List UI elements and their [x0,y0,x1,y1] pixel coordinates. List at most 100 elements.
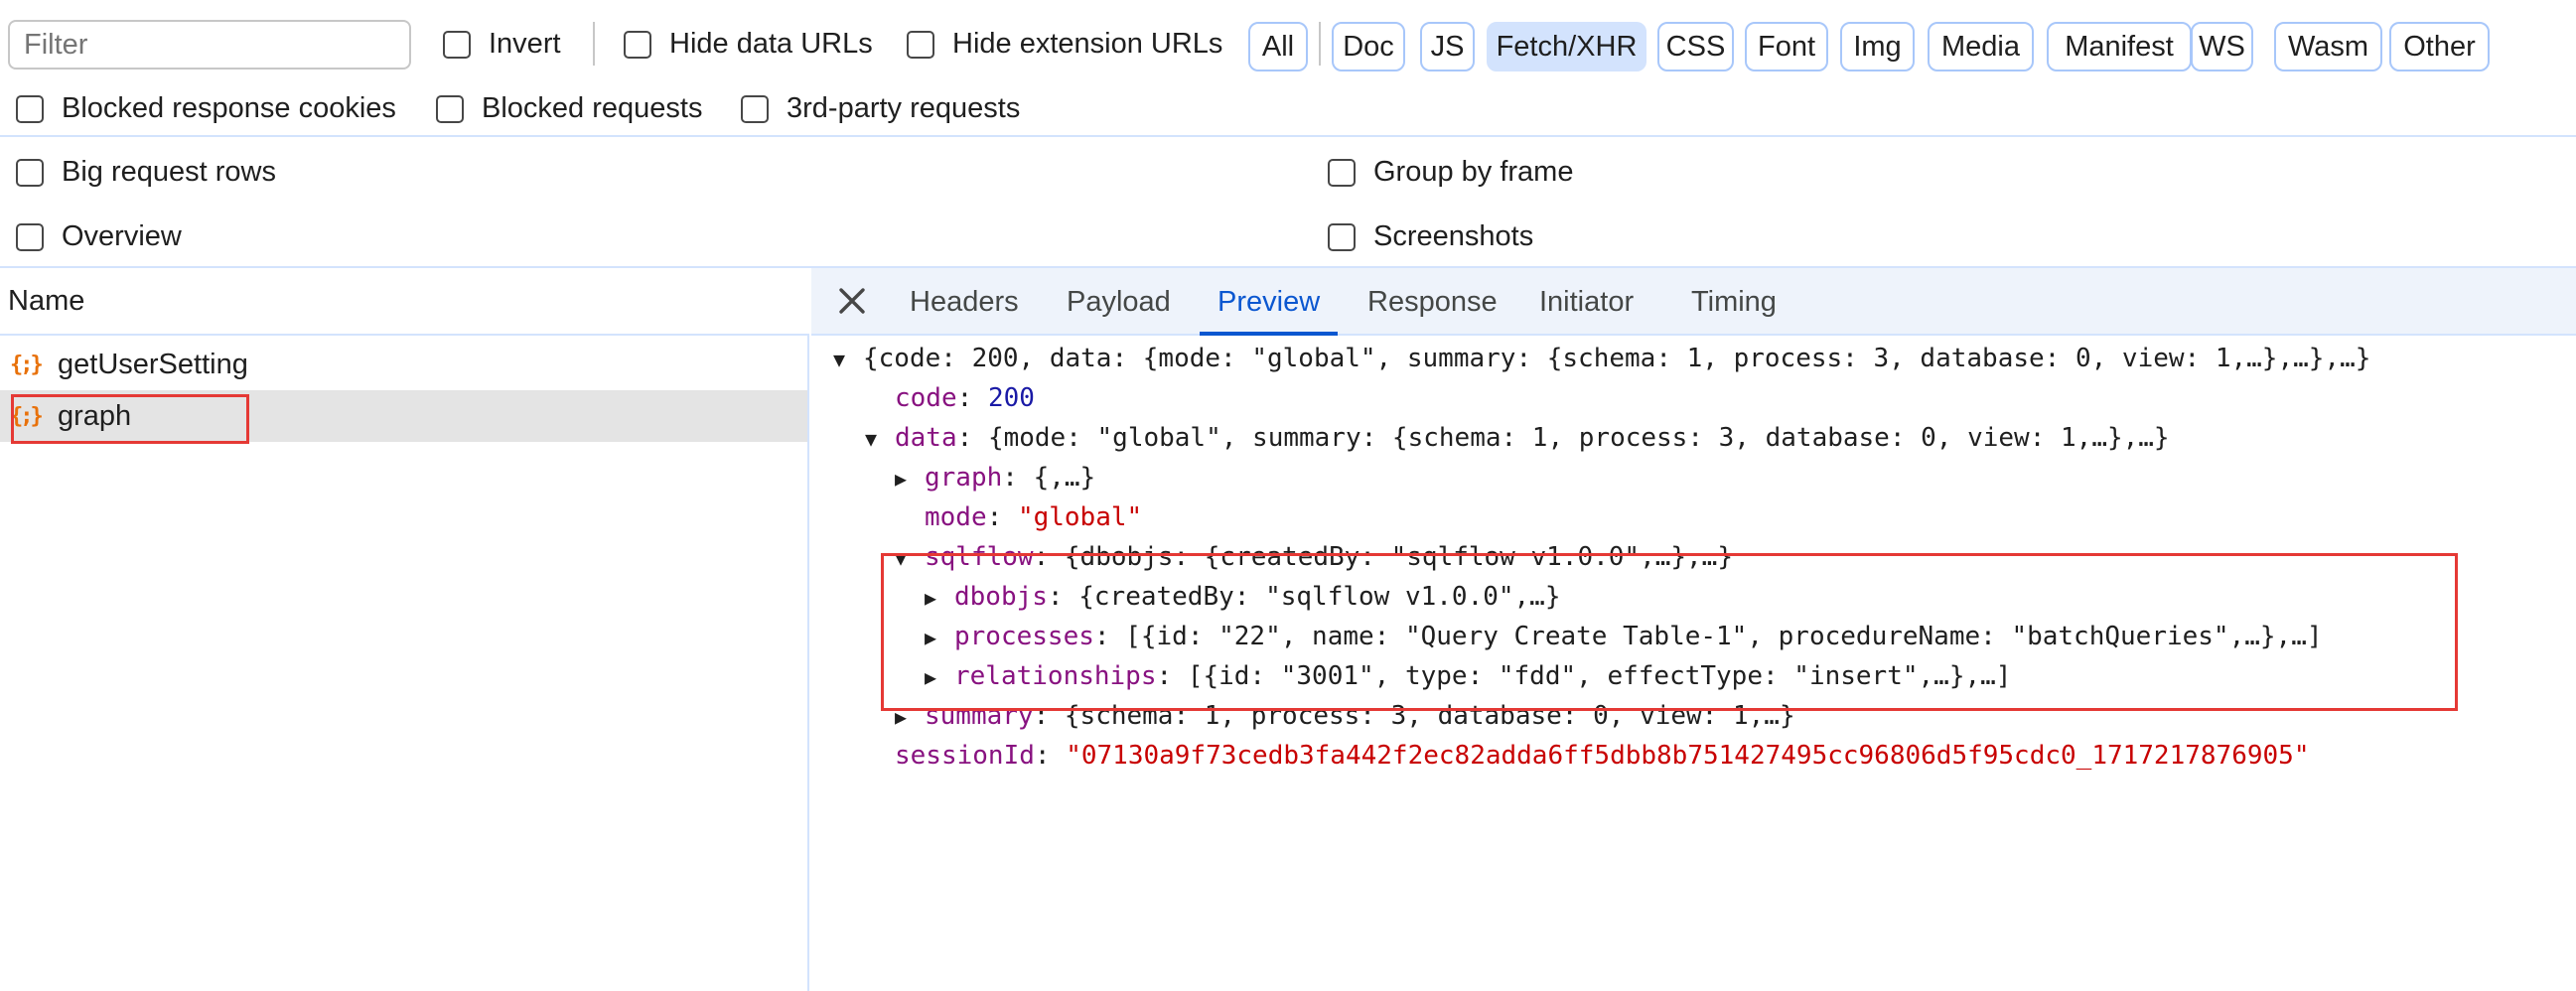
group-by-frame-checkbox[interactable]: Group by frame [1328,156,1573,189]
xhr-icon: {;} [10,352,44,377]
request-detail-pane: Headers Payload Preview Response Initiat… [811,268,2576,991]
collapsed-triangle-icon[interactable]: ▶ [925,657,954,697]
close-icon[interactable] [835,284,869,318]
screenshots-checkbox[interactable]: Screenshots [1328,220,1533,253]
json-key: mode [925,502,987,532]
checkbox-box[interactable] [907,30,934,59]
name-column-header[interactable]: Name [0,268,809,336]
checkbox-box[interactable] [16,158,44,187]
checkbox-box[interactable] [741,94,769,123]
collapsed-triangle-icon[interactable]: ▶ [895,697,925,737]
tab-payload[interactable]: Payload [1067,268,1171,336]
expanded-triangle-icon[interactable]: ▼ [833,340,863,379]
json-processes-node[interactable]: ▶ processes: [{id: "22", name: "Query Cre… [925,617,2323,656]
network-settings-pane: Big request rows Group by frame Overview… [0,137,2576,268]
checkbox-box[interactable] [624,30,651,59]
hide-data-urls-label: Hide data URLs [669,28,873,60]
json-summary-node[interactable]: ▶ summary: {schema: 1, process: 3, databa… [895,696,1795,736]
filter-chip-other[interactable]: Other [2389,22,2490,71]
json-number: 200 [987,383,1035,413]
json-key: data [895,423,957,453]
collapsed-triangle-icon[interactable]: ▶ [895,459,925,498]
tab-preview[interactable]: Preview [1199,268,1339,336]
blocked-response-cookies-label: Blocked response cookies [62,92,396,124]
network-toolbar: Filter Invert Hide data URLs Hide extens… [0,0,2576,91]
chip-divider [1319,22,1321,66]
xhr-icon: {;} [10,403,44,429]
filter-chip-js[interactable]: JS [1420,22,1475,71]
json-data-node[interactable]: ▼ data: {mode: "global", summary: {schema… [865,418,2170,458]
json-code-node: code: 200 [895,383,1035,413]
expanded-triangle-icon[interactable]: ▼ [895,538,925,578]
checkbox-box[interactable] [16,94,44,123]
json-key: summary [925,701,1034,731]
hide-extension-urls-label: Hide extension URLs [952,28,1223,60]
request-name: graph [58,399,132,432]
tab-initiator[interactable]: Initiator [1539,268,1634,336]
filter-chip-manifest[interactable]: Manifest [2047,22,2192,71]
json-dbobjs-node[interactable]: ▶ dbobjs: {createdBy: "sqlflow v1.0.0",…} [925,577,1561,617]
request-row-getusersetting[interactable]: {;} getUserSetting [0,339,807,390]
json-mode-node: mode: "global" [925,502,1143,532]
json-root-node[interactable]: ▼ {code: 200, data: {mode: "global", summ… [833,339,2370,378]
group-by-frame-label: Group by frame [1373,156,1574,188]
detail-tabbar: Headers Payload Preview Response Initiat… [811,268,2576,336]
tab-response[interactable]: Response [1367,268,1498,336]
collapsed-triangle-icon[interactable]: ▶ [925,618,954,657]
network-filter-row: Blocked response cookies Blocked request… [0,91,2576,137]
tab-headers[interactable]: Headers [910,268,1019,336]
invert-label: Invert [489,28,561,60]
json-string: "07130a9f73cedb3fa442f2ec82adda6ff5dbb8b… [1066,741,2310,771]
filter-chip-all[interactable]: All [1248,22,1308,71]
json-summary: {mode: "global", summary: {schema: 1, pr… [987,423,2170,453]
big-request-rows-checkbox[interactable]: Big request rows [16,156,276,189]
json-key: processes [954,622,1094,651]
json-summary: {createdBy: "sqlflow v1.0.0",…} [1078,582,1561,612]
request-row-graph[interactable]: {;} graph [0,390,807,442]
request-list: Name {;} getUserSetting {;} graph [0,268,809,991]
filter-chip-css[interactable]: CSS [1657,22,1734,71]
checkbox-box[interactable] [443,30,471,59]
request-name: getUserSetting [58,348,248,380]
blocked-response-cookies-checkbox[interactable]: Blocked response cookies [16,92,396,125]
blocked-requests-label: Blocked requests [482,92,703,124]
filter-placeholder: Filter [24,29,88,61]
hide-extension-urls-checkbox[interactable]: Hide extension URLs [907,28,1222,61]
overview-label: Overview [62,220,182,252]
filter-chip-media[interactable]: Media [1928,22,2034,71]
overview-checkbox[interactable]: Overview [16,220,182,253]
json-sqlflow-node[interactable]: ▼ sqlflow: {dbobjs: {createdBy: "sqlflow … [895,537,1733,577]
json-summary: {,…} [1033,463,1096,493]
json-key: sqlflow [925,542,1034,572]
checkbox-box[interactable] [1328,158,1356,187]
big-request-rows-label: Big request rows [62,156,276,188]
third-party-requests-checkbox[interactable]: 3rd-party requests [741,92,1020,125]
json-key: code [895,383,957,413]
filter-chip-doc[interactable]: Doc [1332,22,1405,71]
json-summary: [{id: "22", name: "Query Create Table-1"… [1125,622,2323,651]
json-key: sessionId [895,741,1035,771]
blocked-requests-checkbox[interactable]: Blocked requests [436,92,702,125]
checkbox-box[interactable] [16,222,44,251]
json-key: graph [925,463,1003,493]
collapsed-triangle-icon[interactable]: ▶ [925,578,954,618]
filter-chip-img[interactable]: Img [1840,22,1915,71]
hide-data-urls-checkbox[interactable]: Hide data URLs [624,28,873,61]
screenshots-label: Screenshots [1373,220,1534,252]
filter-input[interactable]: Filter [8,20,411,70]
checkbox-box[interactable] [436,94,464,123]
checkbox-box[interactable] [1328,222,1356,251]
invert-checkbox[interactable]: Invert [443,28,561,61]
filter-chip-ws[interactable]: WS [2191,22,2253,71]
json-relationships-node[interactable]: ▶ relationships: [{id: "3001", type: "fdd… [925,656,2011,696]
json-key: dbobjs [954,582,1048,612]
filter-chip-font[interactable]: Font [1745,22,1828,71]
json-string: "global" [1017,502,1143,532]
json-root-summary: {code: 200, data: {mode: "global", summa… [863,344,2371,373]
filter-chip-fetch-xhr[interactable]: Fetch/XHR [1487,22,1646,71]
tab-timing[interactable]: Timing [1691,268,1777,336]
json-graph-node[interactable]: ▶ graph: {,…} [895,458,1095,497]
filter-chip-wasm[interactable]: Wasm [2274,22,2382,71]
expanded-triangle-icon[interactable]: ▼ [865,419,895,459]
json-sessionid-node: sessionId: "07130a9f73cedb3fa442f2ec82ad… [895,741,2310,771]
